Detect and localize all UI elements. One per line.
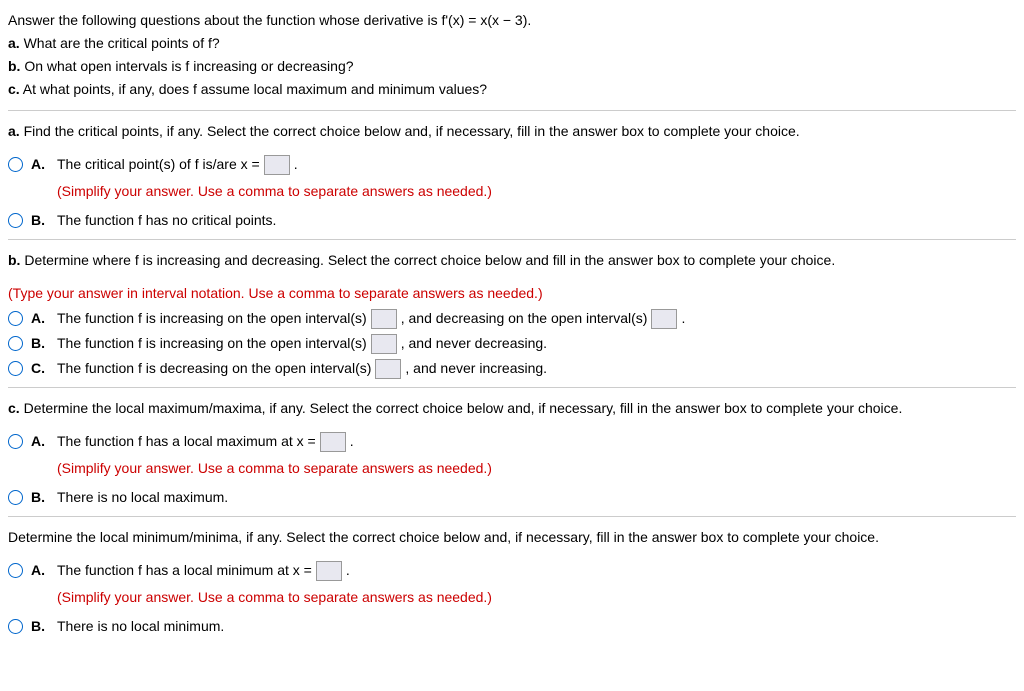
radio-icon[interactable]: [8, 311, 23, 326]
help-text: (Simplify your answer. Use a comma to se…: [57, 181, 492, 202]
divider: [8, 516, 1016, 517]
option-label: B.: [31, 487, 49, 508]
option-text: .: [681, 308, 685, 329]
option-label: C.: [31, 358, 49, 379]
option-text: , and decreasing on the open interval(s): [401, 308, 648, 329]
radio-icon[interactable]: [8, 434, 23, 449]
subquestion-c: c. At what points, if any, does f assume…: [8, 79, 1016, 100]
option-text: The function f has a local maximum at x …: [57, 431, 316, 452]
option-label: B.: [31, 616, 49, 637]
option-text: .: [294, 154, 298, 175]
answer-input[interactable]: [371, 309, 397, 329]
radio-icon[interactable]: [8, 336, 23, 351]
option-label: A.: [31, 560, 49, 581]
subquestion-b: b. On what open intervals is f increasin…: [8, 56, 1016, 77]
help-text: (Simplify your answer. Use a comma to se…: [57, 587, 492, 608]
subquestion-a: a. What are the critical points of f?: [8, 33, 1016, 54]
option-label: A.: [31, 154, 49, 175]
part-c-max-option-b[interactable]: B. There is no local maximum.: [8, 487, 1016, 508]
divider: [8, 387, 1016, 388]
part-c-max-prompt: c. Determine the local maximum/maxima, i…: [8, 398, 1016, 419]
radio-icon[interactable]: [8, 490, 23, 505]
radio-icon[interactable]: [8, 563, 23, 578]
part-c-min-option-b[interactable]: B. There is no local minimum.: [8, 616, 1016, 637]
option-text: There is no local minimum.: [57, 616, 224, 637]
part-c-min-prompt: Determine the local minimum/minima, if a…: [8, 527, 1016, 548]
answer-input[interactable]: [371, 334, 397, 354]
radio-icon[interactable]: [8, 619, 23, 634]
part-a-option-a[interactable]: A. The critical point(s) of f is/are x =…: [8, 154, 1016, 206]
divider: [8, 239, 1016, 240]
radio-icon[interactable]: [8, 157, 23, 172]
intro-text: Answer the following questions about the…: [8, 10, 1016, 31]
option-label: A.: [31, 308, 49, 329]
part-b-option-a[interactable]: A. The function f is increasing on the o…: [8, 308, 1016, 329]
part-a-prompt: a. Find the critical points, if any. Sel…: [8, 121, 1016, 142]
option-text: .: [346, 560, 350, 581]
option-text: The function f is increasing on the open…: [57, 333, 367, 354]
option-text: The function f has a local minimum at x …: [57, 560, 312, 581]
option-label: B.: [31, 333, 49, 354]
option-text: The function f is increasing on the open…: [57, 308, 367, 329]
answer-input[interactable]: [316, 561, 342, 581]
answer-input[interactable]: [320, 432, 346, 452]
part-b-help: (Type your answer in interval notation. …: [8, 283, 1016, 304]
answer-input[interactable]: [651, 309, 677, 329]
divider: [8, 110, 1016, 111]
answer-input[interactable]: [375, 359, 401, 379]
option-text: There is no local maximum.: [57, 487, 228, 508]
part-b-prompt: b. Determine where f is increasing and d…: [8, 250, 1016, 271]
answer-input[interactable]: [264, 155, 290, 175]
part-a-option-b[interactable]: B. The function f has no critical points…: [8, 210, 1016, 231]
option-text: , and never decreasing.: [401, 333, 547, 354]
part-c-min-option-a[interactable]: A. The function f has a local minimum at…: [8, 560, 1016, 612]
option-text: The function f is decreasing on the open…: [57, 358, 371, 379]
radio-icon[interactable]: [8, 213, 23, 228]
question-header: Answer the following questions about the…: [8, 10, 1016, 100]
part-b-option-b[interactable]: B. The function f is increasing on the o…: [8, 333, 1016, 354]
part-b-option-c[interactable]: C. The function f is decreasing on the o…: [8, 358, 1016, 379]
help-text: (Simplify your answer. Use a comma to se…: [57, 458, 492, 479]
option-label: A.: [31, 431, 49, 452]
option-text: , and never increasing.: [405, 358, 547, 379]
radio-icon[interactable]: [8, 361, 23, 376]
option-text: The critical point(s) of f is/are x =: [57, 154, 260, 175]
option-label: B.: [31, 210, 49, 231]
part-c-max-option-a[interactable]: A. The function f has a local maximum at…: [8, 431, 1016, 483]
option-text: .: [350, 431, 354, 452]
option-text: The function f has no critical points.: [57, 210, 276, 231]
